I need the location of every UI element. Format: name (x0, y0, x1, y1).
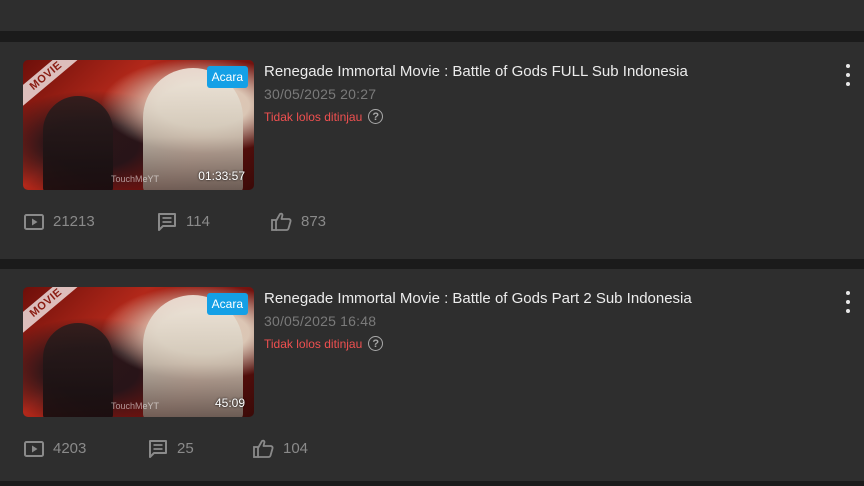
likes-count: 104 (283, 440, 309, 457)
thumbs-up-icon (253, 439, 274, 458)
play-box-icon (24, 440, 44, 457)
video-card[interactable]: MOVIE TouchMeYT Acara 45:09 Renegade Imm… (0, 269, 864, 481)
video-card[interactable]: MOVIE TouchMeYT Acara 01:33:57 Renegade … (0, 42, 864, 259)
comment-icon (158, 212, 176, 231)
views-count: 21213 (53, 213, 95, 230)
thumbnail-figure-left (43, 323, 113, 417)
thumbnail-figure-left (43, 96, 113, 190)
video-datetime: 30/05/2025 16:48 (264, 313, 377, 329)
more-vertical-icon[interactable] (844, 64, 852, 86)
comments-count: 25 (177, 440, 194, 457)
thumbnail-watermark: TouchMeYT (111, 401, 160, 411)
previous-video-card-partial (0, 0, 864, 31)
video-stats: 21213 114 873 (24, 212, 326, 231)
video-duration: 01:33:57 (198, 169, 245, 183)
category-badge: Acara (206, 293, 248, 315)
likes-stat[interactable]: 873 (271, 212, 326, 231)
video-title[interactable]: Renegade Immortal Movie : Battle of Gods… (264, 290, 692, 307)
video-stats: 4203 25 104 (24, 439, 308, 458)
thumbnail-watermark: TouchMeYT (111, 174, 160, 184)
review-status: Tidak lolos ditinjau ? (264, 109, 384, 124)
category-badge: Acara (206, 66, 248, 88)
video-thumbnail[interactable]: MOVIE TouchMeYT Acara 01:33:57 (23, 60, 254, 190)
comments-stat[interactable]: 25 (148, 439, 253, 458)
comment-icon (149, 439, 167, 458)
video-thumbnail[interactable]: MOVIE TouchMeYT Acara 45:09 (23, 287, 254, 417)
question-circle-icon[interactable]: ? (368, 336, 384, 351)
views-stat: 4203 (24, 440, 148, 457)
video-duration: 45:09 (214, 396, 245, 410)
comments-stat[interactable]: 114 (157, 212, 271, 231)
views-count: 4203 (53, 440, 87, 457)
review-status-text: Tidak lolos ditinjau (264, 336, 363, 351)
likes-count: 873 (301, 213, 327, 230)
more-vertical-icon[interactable] (844, 291, 852, 313)
comments-count: 114 (186, 213, 210, 230)
video-datetime: 30/05/2025 20:27 (264, 86, 377, 102)
play-box-icon (24, 213, 44, 230)
review-status: Tidak lolos ditinjau ? (264, 336, 384, 351)
thumbs-up-icon (271, 212, 292, 231)
review-status-text: Tidak lolos ditinjau (264, 109, 363, 124)
question-circle-icon[interactable]: ? (368, 109, 384, 124)
video-title[interactable]: Renegade Immortal Movie : Battle of Gods… (264, 63, 688, 80)
views-stat: 21213 (24, 213, 157, 230)
likes-stat[interactable]: 104 (253, 439, 308, 458)
